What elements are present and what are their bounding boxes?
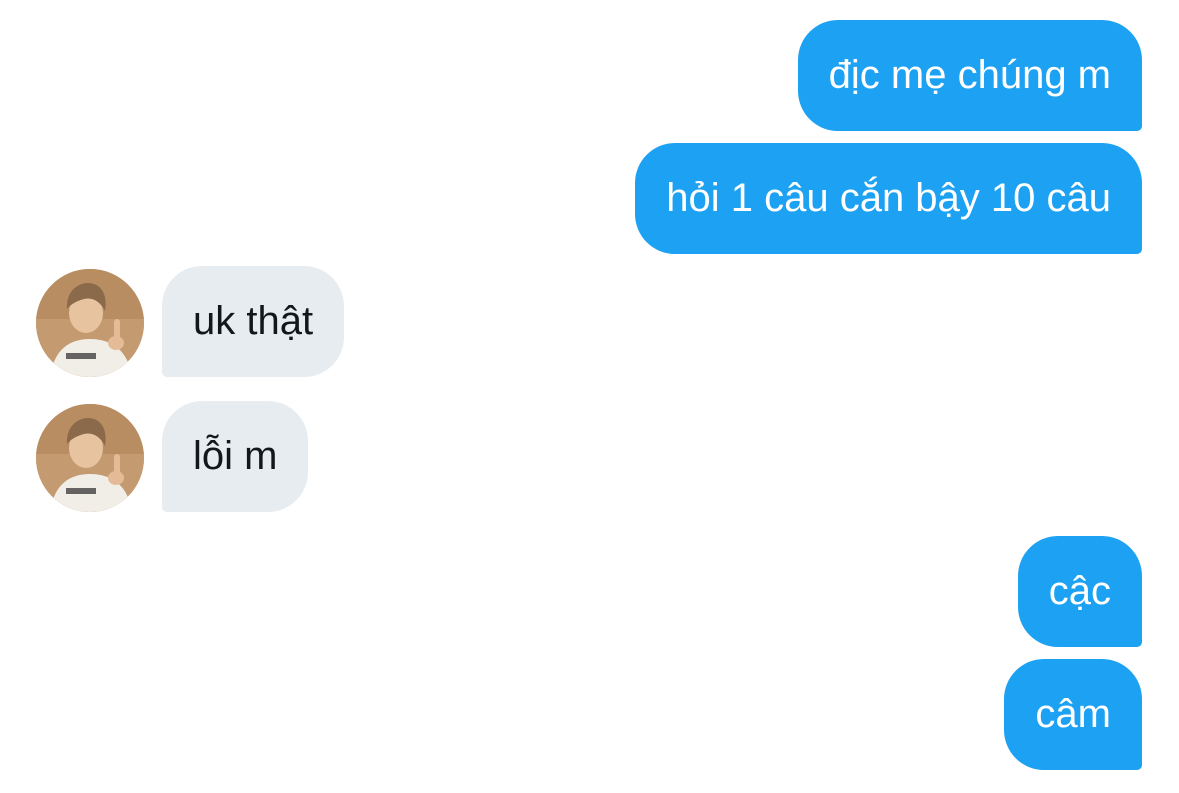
message-text: địc mẹ chúng m [828, 53, 1111, 97]
user-avatar-photo-icon [36, 404, 144, 512]
user-avatar[interactable] [36, 269, 144, 377]
sent-message-bubble[interactable]: hỏi 1 câu cắn bậy 10 câu [635, 143, 1142, 254]
message-text: hỏi 1 câu cắn bậy 10 câu [666, 176, 1111, 220]
received-message-bubble[interactable]: lỗi m [162, 401, 309, 512]
message-text: uk thật [193, 299, 314, 343]
user-avatar[interactable] [36, 404, 144, 512]
user-avatar-photo-icon [36, 269, 144, 377]
sent-message-bubble[interactable]: địc mẹ chúng m [797, 20, 1142, 131]
received-message-bubble[interactable]: uk thật [162, 266, 345, 377]
message-thread: địc mẹ chúng m hỏi 1 câu cắn bậy 10 câu … [0, 0, 1179, 793]
message-text: lỗi m [193, 434, 278, 478]
message-text: cậc [1048, 569, 1111, 613]
sent-message-bubble[interactable]: cậc [1017, 536, 1142, 647]
message-text: câm [1035, 692, 1111, 736]
sent-message-bubble[interactable]: câm [1004, 659, 1142, 770]
